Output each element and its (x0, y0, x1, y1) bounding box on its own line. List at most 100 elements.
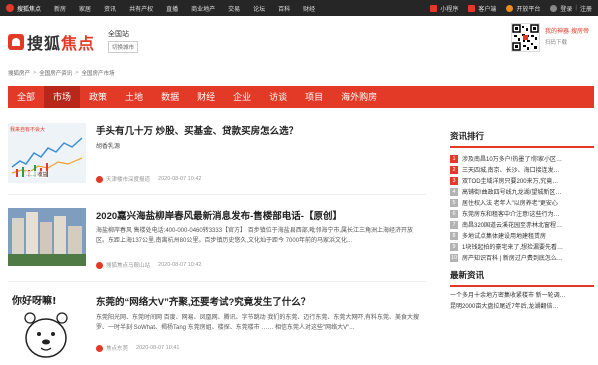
header: 搜狐 焦点 全国站 切换城市 我的神器·搜房帝 扫码下载 (0, 16, 598, 68)
top-bar: 搜狐焦点 新房 家居 资讯 共有产权 直播 商业地产 交易 论坛 百科 财经 小… (0, 0, 598, 16)
top-nav: 搜狐焦点 新房 家居 资讯 共有产权 直播 商业地产 交易 论坛 百科 财经 (6, 0, 328, 16)
brand-logo[interactable]: 搜狐 焦点 (8, 30, 95, 54)
article-date: 2020-08-07 10:41 (136, 345, 180, 351)
phone-icon (468, 4, 476, 12)
rank-item[interactable]: 8 多地试点集体建设用地建租赁房 (450, 230, 594, 241)
login-link[interactable]: 登录 (550, 4, 572, 13)
client-link[interactable]: 客户端 (468, 4, 496, 13)
tab-finance[interactable]: 财经 (188, 86, 224, 108)
breadcrumb-market[interactable]: 全国房产市场 (81, 69, 114, 77)
article-meta: 搜狐焦点马鞍山站 2020-08-07 10:42 (96, 261, 201, 269)
rank-number: 6 (450, 209, 458, 218)
article-date: 2020-08-07 10:42 (158, 262, 202, 268)
article-thumbnail[interactable] (8, 208, 86, 266)
rank-number: 7 (450, 220, 458, 229)
current-city: 全国站 (108, 31, 129, 38)
separator: | (575, 5, 577, 11)
article-title[interactable]: 手头有几十万 炒股、买基金、贷款买房怎么选？ (96, 123, 298, 137)
platform-icon (506, 4, 514, 12)
rank-item[interactable]: 1 涉及南昌10万多户!热墨了!你家小区… (450, 153, 594, 164)
rank-number: 1 (450, 154, 458, 163)
article-source[interactable]: 搜狐焦点马鞍山站 (106, 261, 150, 269)
rank-number: 2 (450, 165, 458, 174)
breadcrumb-separator: > (75, 70, 79, 76)
rank-text: 1块钱起拍的豪宅来了,想捡漏要先看… (462, 245, 564, 251)
rank-item[interactable]: 2 三天四城,南京、长沙、海口接连发… (450, 164, 594, 175)
breadcrumb: 搜狐房产 > 全国房产资讯 > 全国房产市场 (8, 68, 114, 78)
mini-program-icon (430, 4, 438, 12)
top-nav-commercial[interactable]: 商业地产 (191, 4, 215, 13)
article-source[interactable]: 天津楼市深度报道 (106, 175, 150, 183)
rank-number: 5 (450, 198, 458, 207)
tab-land[interactable]: 土地 (116, 86, 152, 108)
article-meta: 天津楼市深度报道 2020-08-07 10:42 (96, 175, 201, 183)
mini-program-link[interactable]: 小程序 (430, 4, 458, 13)
top-nav-newhouse[interactable]: 新房 (54, 4, 66, 13)
house-logo-icon (8, 34, 24, 50)
top-right-links: 小程序 客户端 开放平台 登录 | 注册 (420, 0, 592, 16)
rank-text: 高铺街!曲政四号线九龙湖/望城新区… (462, 190, 562, 196)
rank-title: 资讯排行 (450, 130, 594, 148)
top-nav-finance[interactable]: 财经 (303, 4, 315, 13)
article-title[interactable]: 2020嘉兴海盐柳岸春风最新消息发布-售楼部电话-【原创】 (96, 208, 342, 222)
rank-number: 4 (450, 187, 458, 196)
latest-news-item[interactable]: 昆明2000亩大盘拉尾近7年后,龙湖翻倍… (450, 302, 594, 313)
article-item[interactable]: 我来自有不会大 …… 收益 手头有几十万 炒股、买基金、贷款买房怎么选？ 胡香乳… (8, 118, 426, 195)
breadcrumb-separator: > (33, 70, 37, 76)
tab-data[interactable]: 数据 (152, 86, 188, 108)
article-thumbnail[interactable]: 我来自有不会大 …… 收益 (8, 123, 86, 183)
rank-number: 8 (450, 231, 458, 240)
switch-city-button[interactable]: 切换城市 (108, 41, 139, 53)
rank-item[interactable]: 9 1块钱起拍的豪宅来了,想捡漏要先看… (450, 241, 594, 252)
open-platform-link[interactable]: 开放平台 (506, 4, 540, 13)
tab-market[interactable]: 市场 (44, 86, 81, 108)
rank-item[interactable]: 10 房产知识百科 | 新房过户费到底怎么… (450, 252, 594, 263)
tab-overseas[interactable]: 海外购房 (332, 86, 386, 108)
source-avatar-icon (96, 261, 103, 269)
tab-enterprise[interactable]: 企业 (224, 86, 260, 108)
rank-item[interactable]: 3 双TOD圭域洋房只要200来万,究竟… (450, 175, 594, 186)
rank-item[interactable]: 5 居住权入法 老年人"以房养老"更安心 (450, 197, 594, 208)
source-avatar-icon (96, 175, 103, 183)
rank-item[interactable]: 6 东莞房东和租客中介注意!这些行为… (450, 208, 594, 219)
breadcrumb-home[interactable]: 搜狐房产 (8, 69, 30, 77)
article-source[interactable]: 焦点东莞 (106, 344, 128, 352)
register-link[interactable]: 注册 (580, 4, 592, 13)
rank-item[interactable]: 4 高铺街!曲政四号线九龙湖/望城新区… (450, 186, 594, 197)
rank-number: 3 (450, 176, 458, 185)
rank-text: 居住权入法 老年人"以房养老"更安心 (462, 201, 558, 207)
rank-item[interactable]: 7 南昌320国道云溪花园至赤林北窗程… (450, 219, 594, 230)
article-thumbnail[interactable]: 你好呀嘛! (8, 290, 86, 360)
top-nav-forum[interactable]: 论坛 (253, 4, 265, 13)
tab-project[interactable]: 项目 (296, 86, 332, 108)
article-date: 2020-08-07 10:42 (158, 176, 202, 182)
sidebar: 资讯排行 1 涉及南昌10万多户!热墨了!你家小区… 2 三天四城,南京、长沙、海口… (450, 130, 594, 313)
article-snippet: 海盐柳岸春风 售楼处电话:400-000-0460转3333【官方】 百步镇位于… (96, 228, 414, 244)
tab-all[interactable]: 全部 (8, 86, 44, 108)
top-nav-trade[interactable]: 交易 (228, 4, 240, 13)
rank-number: 9 (450, 242, 458, 251)
rank-text: 房产知识百科 | 新房过户费到底怎么… (462, 256, 563, 262)
tab-interview[interactable]: 访谈 (260, 86, 296, 108)
article-snippet: 胡香乳源 (96, 144, 121, 150)
top-nav-live[interactable]: 直播 (166, 4, 178, 13)
top-nav-wiki[interactable]: 百科 (278, 4, 290, 13)
source-avatar-icon (96, 344, 103, 352)
top-nav-shared-property[interactable]: 共有产权 (129, 4, 153, 13)
top-nav-home-decor[interactable]: 家居 (79, 4, 91, 13)
tab-policy[interactable]: 政策 (80, 86, 116, 108)
article-title[interactable]: 东莞的“网络大V”齐聚,还要考试?究竟发生了什么？ (96, 294, 310, 308)
top-nav-home[interactable]: 搜狐焦点 (6, 4, 41, 13)
breadcrumb-news[interactable]: 全国房产资讯 (39, 69, 72, 77)
top-nav-news[interactable]: 资讯 (104, 4, 116, 13)
latest-news-item[interactable]: 一个多月十余地方密集收紧楼市 新一轮调… (450, 291, 594, 302)
latest-news-title: 最新资讯 (450, 269, 594, 287)
article-snippet: 东莞阳光网、东莞时间网 百度、网易、凤凰网、腾讯、字节跳动 我们的东莞、迈行东莞… (96, 315, 420, 331)
article-item[interactable]: 你好呀嘛! 东莞的“网络大V”齐聚,还要考试?究竟发生了什么？ 东莞阳光网、东莞… (8, 286, 426, 365)
article-item[interactable]: 2020嘉兴海盐柳岸春风最新消息发布-售楼部电话-【原创】 海盐柳岸春风 售楼处… (8, 200, 426, 282)
qr-code (511, 23, 540, 52)
city-selector: 全国站 切换城市 (108, 29, 139, 53)
article-meta: 焦点东莞 2020-08-07 10:41 (96, 344, 179, 352)
rank-list: 1 涉及南昌10万多户!热墨了!你家小区… 2 三天四城,南京、长沙、海口接连发… … (450, 153, 594, 263)
user-icon (550, 4, 558, 12)
